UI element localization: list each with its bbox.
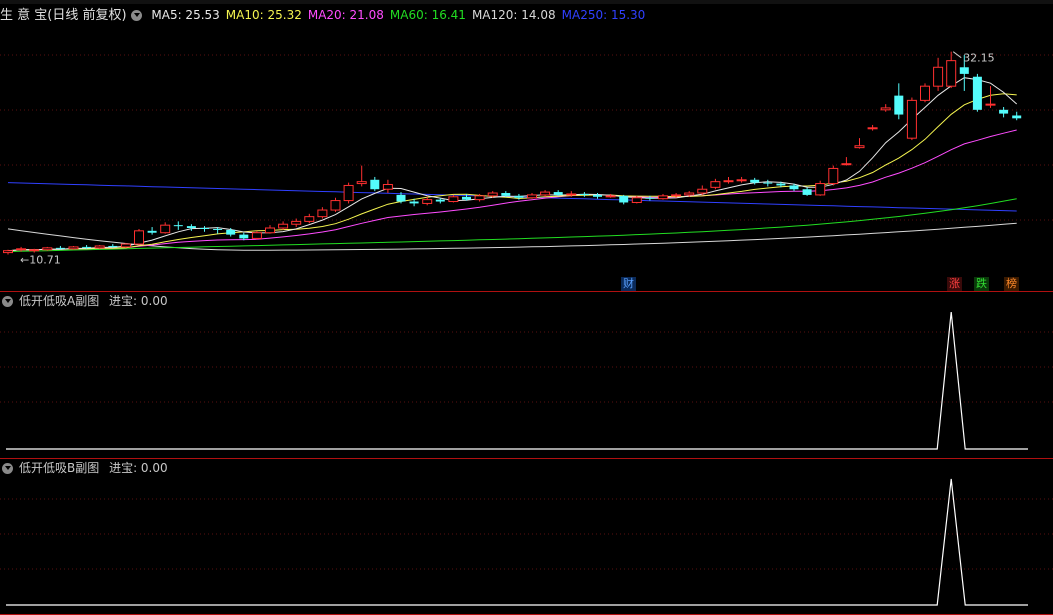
low-label: ←10.71 [20,253,61,266]
candle [933,57,944,91]
event-badge[interactable]: 涨 [947,277,962,291]
candle [880,104,891,112]
candle [841,157,852,166]
event-badge[interactable]: 跌 [974,277,989,291]
candle [173,221,183,230]
candle [330,197,341,212]
candle [278,221,289,230]
ma5-line [7,77,1018,252]
candle [343,182,354,204]
candle [94,245,105,249]
ma10-line [7,93,1017,252]
candle [134,228,144,246]
candle [120,243,131,248]
candle [200,226,209,232]
candle [619,194,629,205]
candle [382,179,393,194]
candle [894,83,904,120]
candle [815,180,826,196]
candle [540,190,551,197]
candle [828,165,839,186]
candle [658,193,668,200]
candle [802,187,812,196]
sub-panel-a-chart[interactable] [0,292,1053,460]
candle [763,179,773,187]
candle [147,227,157,235]
candle [946,51,957,89]
candle [448,194,459,203]
high-label: 32.15 [963,52,995,65]
candle [867,124,878,131]
candle [251,230,262,240]
candle [68,245,79,250]
candle [370,176,380,192]
candle [1012,111,1022,121]
ma20-line [7,129,1017,252]
candle [854,138,865,149]
signal-line [6,478,1028,606]
price-chart[interactable]: 32.15 ←10.71 [0,0,1053,292]
event-badge[interactable]: 财 [621,277,636,291]
event-badge[interactable]: 榜 [1004,277,1019,291]
candle [304,213,315,224]
signal-line [6,311,1028,450]
candle [291,218,302,228]
candle [593,193,602,199]
candle [906,97,917,141]
candle [160,222,171,234]
candle [579,192,589,197]
candle [42,246,53,251]
sub-panel-b-chart[interactable] [0,459,1053,615]
candle [3,249,13,255]
ma120-line [7,222,1017,251]
candle [317,207,328,219]
candle [920,83,930,103]
candle [527,193,537,199]
candle [999,106,1009,118]
candle [710,178,721,190]
candle [265,225,275,234]
candle [356,165,367,187]
candle [697,185,708,195]
candle [972,73,982,112]
candle [985,86,996,108]
candle [723,176,734,184]
candle [736,176,747,183]
candle [29,248,40,253]
